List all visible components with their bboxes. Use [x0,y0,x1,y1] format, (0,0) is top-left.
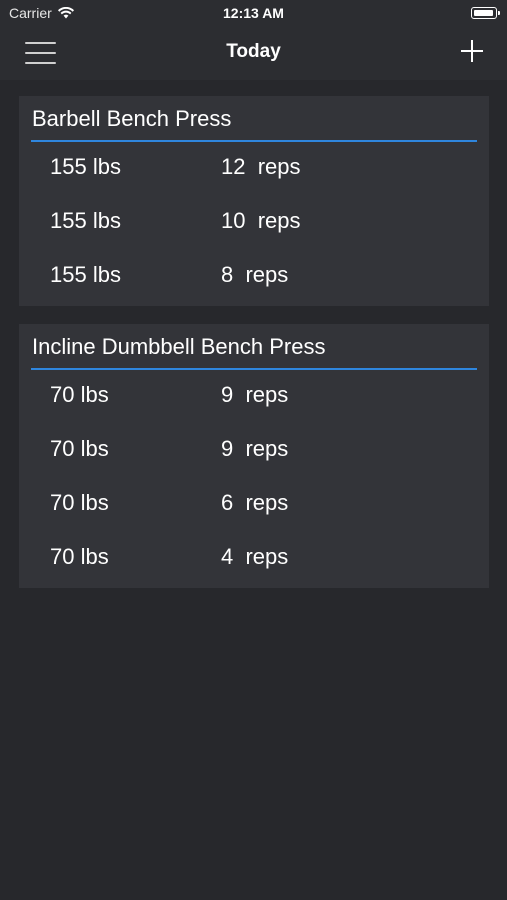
exercise-card: Barbell Bench Press 155 lbs 12 reps 155 … [19,96,489,306]
plus-icon[interactable] [461,40,483,62]
set-weight: 70 lbs [50,436,109,461]
set-reps: 12 reps [221,154,301,179]
set-weight: 155 lbs [50,154,121,179]
set-reps: 9 reps [221,436,289,461]
set-row[interactable]: 70 lbs 9 reps [19,370,489,424]
set-weight: 70 lbs [50,490,109,515]
set-weight: 155 lbs [50,262,121,287]
status-time: 12:13 AM [223,5,284,21]
set-reps: 6 reps [221,490,289,515]
workout-list: Barbell Bench Press 155 lbs 12 reps 155 … [19,96,489,606]
exercise-title[interactable]: Incline Dumbbell Bench Press [19,324,489,359]
set-reps: 9 reps [221,382,289,407]
exercise-card: Incline Dumbbell Bench Press 70 lbs 9 re… [19,324,489,588]
set-reps: 8 reps [221,262,289,287]
set-row[interactable]: 155 lbs 10 reps [19,196,489,250]
status-bar: Carrier 12:13 AM [0,0,507,28]
set-row[interactable]: 70 lbs 6 reps [19,478,489,532]
set-reps: 4 reps [221,544,289,569]
set-weight: 70 lbs [50,382,109,407]
page-title: Today [226,41,281,62]
set-row[interactable]: 70 lbs 4 reps [19,532,489,586]
set-reps: 10 reps [221,208,301,233]
navigation-bar: Today [0,28,507,80]
set-row[interactable]: 155 lbs 8 reps [19,250,489,304]
exercise-title[interactable]: Barbell Bench Press [19,96,489,131]
set-row[interactable]: 70 lbs 9 reps [19,424,489,478]
set-weight: 70 lbs [50,544,109,569]
set-row[interactable]: 155 lbs 12 reps [19,142,489,196]
set-weight: 155 lbs [50,208,121,233]
battery-icon [471,7,500,19]
